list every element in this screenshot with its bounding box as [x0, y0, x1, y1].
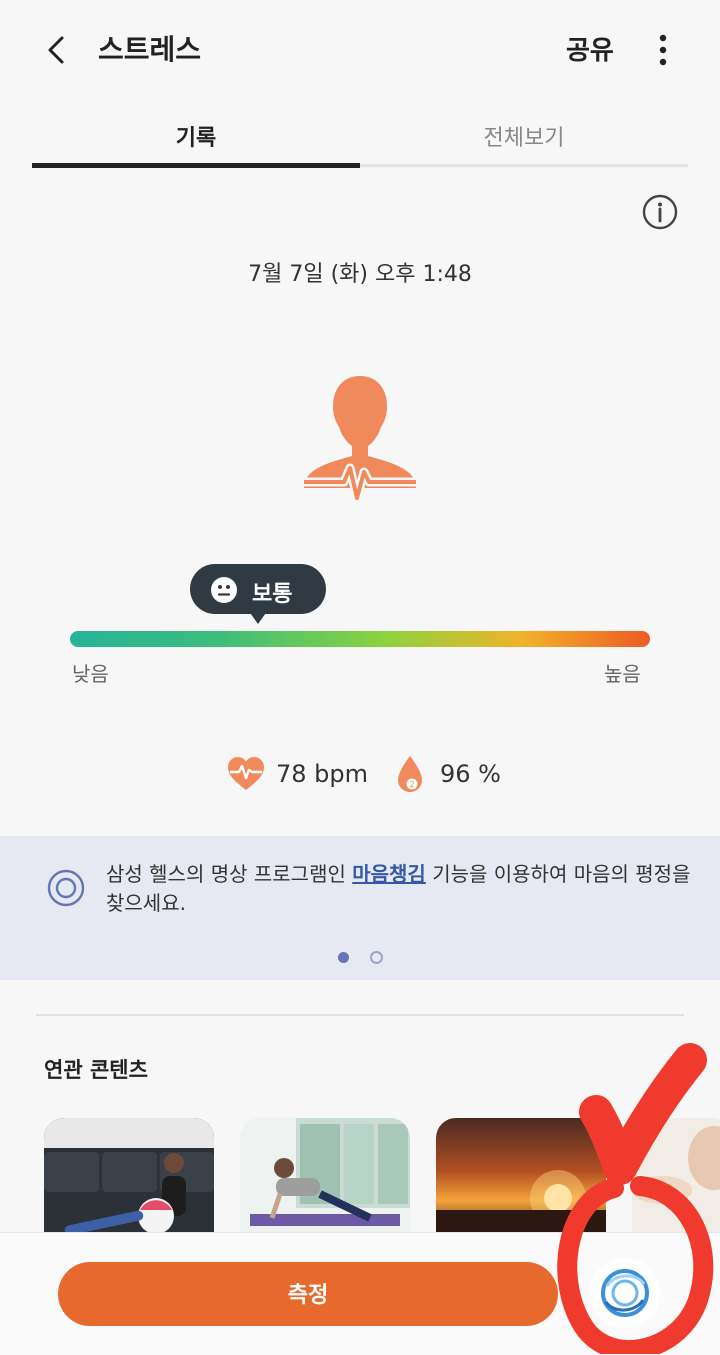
related-content-card[interactable]	[44, 1118, 214, 1236]
page-title: 스트레스	[98, 33, 202, 66]
related-content-title: 연관 콘텐츠	[44, 1058, 148, 1082]
tab-record[interactable]: 기록	[32, 120, 360, 152]
stress-level-pointer	[248, 610, 268, 624]
back-button[interactable]	[38, 30, 78, 70]
app-header: 스트레스 공유	[0, 0, 720, 100]
svg-text:2: 2	[409, 780, 414, 789]
share-button[interactable]: 공유	[566, 30, 614, 67]
banner-text-before: 삼성 헬스의 명상 프로그램인	[106, 862, 353, 886]
heart-rate-value: 78 bpm	[276, 760, 369, 788]
scale-low-label: 낮음	[72, 662, 109, 686]
content-thumbnail-image	[240, 1118, 410, 1236]
page-indicator-dot-active[interactable]	[338, 952, 349, 963]
content-thumbnail-image	[632, 1118, 720, 1236]
banner-message: 삼성 헬스의 명상 프로그램인 마음챙김 기능을 이용하여 마음의 평정을 찾으…	[106, 860, 691, 918]
bixby-button[interactable]	[590, 1258, 660, 1328]
page-indicator-dot[interactable]	[370, 951, 383, 964]
measure-button[interactable]: 측정	[58, 1262, 558, 1326]
related-content-card[interactable]	[632, 1118, 720, 1236]
content-thumbnail-image	[44, 1118, 214, 1236]
measurement-timestamp: 7월 7일 (화) 오후 1:48	[248, 262, 472, 287]
neutral-face-icon	[210, 576, 238, 604]
scale-high-label: 높음	[604, 662, 641, 686]
related-content-card[interactable]	[240, 1118, 410, 1236]
stress-person-icon	[304, 376, 416, 503]
section-divider	[36, 1014, 684, 1016]
stress-scale-bar	[70, 631, 650, 647]
stress-level-label: 보통	[252, 582, 293, 607]
tab-bar: 기록 전체보기	[32, 106, 688, 168]
mindfulness-target-icon	[46, 868, 86, 908]
tab-active-indicator	[32, 163, 360, 168]
bixby-icon	[601, 1269, 649, 1317]
related-content-card[interactable]	[436, 1118, 606, 1236]
info-button[interactable]	[640, 192, 680, 232]
mindfulness-link[interactable]: 마음챙김	[352, 862, 426, 886]
spo2-value: 96 %	[440, 760, 501, 788]
more-options-button[interactable]	[650, 30, 676, 70]
content-thumbnail-image	[436, 1170, 606, 1236]
spo2-drop-icon: 2	[396, 754, 428, 794]
stress-figure	[300, 372, 420, 503]
heart-rate-icon	[226, 756, 266, 792]
back-arrow-icon	[48, 36, 64, 64]
tab-view-all[interactable]: 전체보기	[360, 120, 688, 152]
more-vertical-icon	[659, 34, 667, 66]
info-icon	[642, 194, 678, 230]
